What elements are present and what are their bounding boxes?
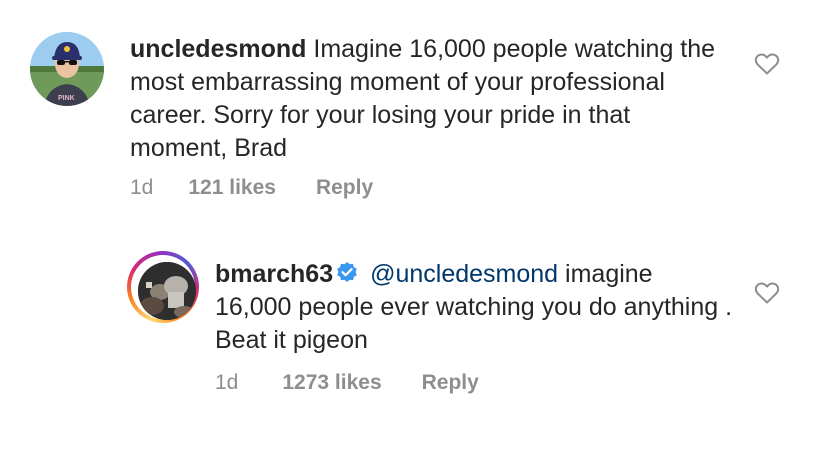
comment-text-block: bmarch63 @uncledesmond imagine 16,000 pe… bbox=[215, 258, 735, 357]
reply-button[interactable]: Reply bbox=[422, 371, 479, 395]
comment-text-block: uncledesmond Imagine 16,000 people watch… bbox=[130, 33, 730, 165]
avatar-photo-icon: PINK bbox=[30, 32, 104, 106]
avatar[interactable] bbox=[127, 251, 199, 323]
likes-count[interactable]: 121 likes bbox=[188, 176, 276, 200]
verified-badge-icon bbox=[337, 262, 357, 282]
comment-username[interactable]: uncledesmond bbox=[130, 35, 306, 63]
comment-meta: 1d 121 likes Reply bbox=[130, 176, 373, 200]
avatar-photo-icon bbox=[138, 262, 196, 320]
avatar[interactable]: PINK bbox=[30, 32, 104, 106]
comment-timestamp[interactable]: 1d bbox=[215, 371, 238, 395]
comment-timestamp[interactable]: 1d bbox=[130, 176, 153, 200]
comment-meta: 1d 1273 likes Reply bbox=[215, 371, 479, 395]
heart-outline-icon[interactable] bbox=[754, 52, 780, 76]
likes-count[interactable]: 1273 likes bbox=[282, 371, 381, 395]
heart-outline-icon[interactable] bbox=[754, 281, 780, 305]
comment-username[interactable]: bmarch63 bbox=[215, 260, 333, 288]
mention-link[interactable]: @uncledesmond bbox=[370, 260, 558, 288]
reply-button[interactable]: Reply bbox=[316, 176, 373, 200]
svg-text:PINK: PINK bbox=[58, 95, 75, 102]
